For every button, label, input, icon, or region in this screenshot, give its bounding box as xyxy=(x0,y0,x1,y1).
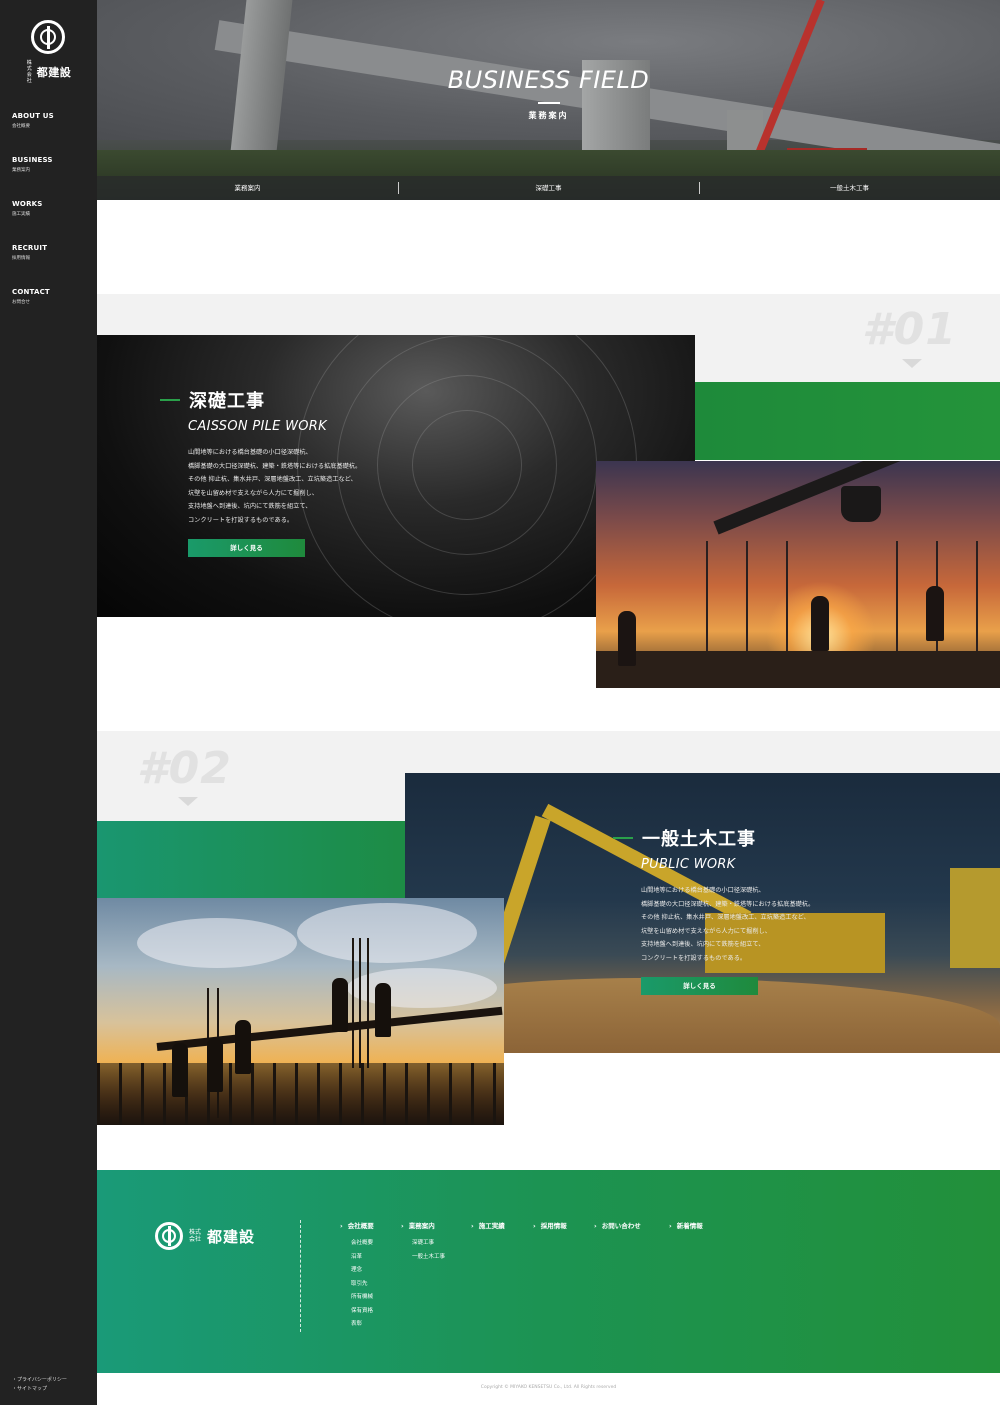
section-description: 山間地等における橋台基礎の小口径深礎杭、 橋脚基礎の大口径深礎杭、建築・鉄塔等に… xyxy=(188,446,361,527)
section-number-2: #02 xyxy=(137,743,232,794)
sidebar-item-about[interactable]: ABOUT US 会社概要 xyxy=(12,112,54,129)
nav-label-en: CONTACT xyxy=(12,288,50,296)
section-1-pointer-icon xyxy=(902,359,922,368)
sidebar-item-works[interactable]: WORKS 施工実績 xyxy=(12,200,54,217)
page-title-ja: 業務案内 xyxy=(528,111,569,120)
footer-link[interactable]: 沿革 xyxy=(351,1251,374,1265)
footer-head[interactable]: 新着情報 xyxy=(669,1220,703,1230)
footer-col-recruit: 採用情報 xyxy=(533,1220,567,1230)
footer-link[interactable]: 深礎工事 xyxy=(412,1237,445,1251)
sidebar-item-contact[interactable]: CONTACT お問合せ xyxy=(12,288,54,305)
sidebar-item-recruit[interactable]: RECRUIT 採用情報 xyxy=(12,244,54,261)
footer-link[interactable]: 所有機械 xyxy=(351,1291,374,1305)
desc-line: 山間地等における橋台基礎の小口径深礎杭、 xyxy=(188,449,312,456)
desc-line: その他 抑止杭、集水井戸、深層地盤改工、立坑築造工など、 xyxy=(641,914,810,921)
nav-label-ja: 会社概要 xyxy=(12,124,30,129)
logo-name: 都建設 xyxy=(36,66,72,79)
footer-head[interactable]: 業務案内 xyxy=(401,1220,445,1230)
tab-caisson[interactable]: 深礎工事 xyxy=(398,176,699,200)
logo-name: 都建設 xyxy=(207,1227,256,1246)
desc-line: コンクリートを打設するものである。 xyxy=(641,954,747,962)
desc-line: 橋脚基礎の大口径深礎杭、建築・鉄塔等における拡底基礎杭。 xyxy=(188,462,362,470)
desc-line: 山間地等における橋台基礎の小口径深礎杭、 xyxy=(641,887,765,894)
footer-col-business: 業務案内 深礎工事 一般土木工事 xyxy=(401,1220,445,1264)
privacy-policy-link[interactable]: ・プライバシーポリシー xyxy=(12,1376,67,1385)
desc-line: 橋脚基礎の大口径深礎杭、建築・鉄塔等における拡底基礎杭。 xyxy=(641,900,815,908)
sidebar-logo[interactable]: 株式会社 都建設 xyxy=(24,20,72,84)
copyright: Copyright © MIYAKO KENSETSU Co., Ltd. Al… xyxy=(97,1373,1000,1405)
section-2-accent xyxy=(97,821,405,898)
footer-head[interactable]: 採用情報 xyxy=(533,1220,567,1230)
footer-head[interactable]: お問い合わせ xyxy=(594,1220,641,1230)
nav-label-ja: お問合せ xyxy=(12,300,30,305)
footer-divider xyxy=(300,1220,301,1332)
footer-col-news: 新着情報 xyxy=(669,1220,703,1230)
logo-prefix: 株式会社 xyxy=(26,60,32,84)
tab-business[interactable]: 業務案内 xyxy=(97,176,398,200)
logo-mark-icon xyxy=(155,1222,183,1250)
anchor-tabs: 業務案内 深礎工事 一般土木工事 xyxy=(97,176,1000,200)
footer-link[interactable]: 会社概要 xyxy=(351,1237,374,1251)
page-title-en: BUSINESS FIELD xyxy=(447,66,650,94)
sidebar-footer-links: ・プライバシーポリシー ・サイトマップ xyxy=(12,1376,67,1394)
site-footer: 株式会社 都建設 会社概要 会社概要 沿革 理念 取引先 所有機械 保有資格 表… xyxy=(97,1170,1000,1373)
footer-col-contact: お問い合わせ xyxy=(594,1220,641,1230)
public-work-more-button[interactable]: 詳しく見る xyxy=(641,977,758,995)
desc-line: 支持地盤へ到達後、坑内にて鉄筋を組立て、 xyxy=(188,503,312,510)
nav-label-en: RECRUIT xyxy=(12,244,48,252)
sidebar: 株式会社 都建設 ABOUT US 会社概要 BUSINESS 業務案内 WOR… xyxy=(0,0,97,1405)
nav-label-ja: 採用情報 xyxy=(12,256,30,261)
desc-line: 坑壁を山留め材で支えながら人力にて掘削し、 xyxy=(641,927,771,935)
section-title-ja: 一般土木工事 xyxy=(642,829,756,850)
footer-logo[interactable]: 株式会社 都建設 xyxy=(155,1222,255,1250)
footer-link[interactable]: 理念 xyxy=(351,1264,374,1278)
desc-line: その他 抑止杭、集水井戸、深層地盤改工、立坑築造工など、 xyxy=(188,476,357,483)
sitemap-link[interactable]: ・サイトマップ xyxy=(12,1385,67,1394)
sidebar-item-business[interactable]: BUSINESS 業務案内 xyxy=(12,156,54,173)
footer-link[interactable]: 保有資格 xyxy=(351,1305,374,1319)
section-title-ja: 深礎工事 xyxy=(189,391,265,412)
workers-sky-photo xyxy=(97,898,504,1125)
section-number-1: #01 xyxy=(862,304,957,355)
nav-label-en: WORKS xyxy=(12,200,43,208)
nav-label-en: ABOUT US xyxy=(12,112,54,120)
title-dash xyxy=(613,837,633,839)
nav-label-ja: 業務案内 xyxy=(12,168,30,173)
hero-banner: BUSINESS FIELD 業務案内 業務案内 深礎工事 一般土木工事 xyxy=(97,0,1000,200)
nav-label-ja: 施工実績 xyxy=(12,212,30,217)
footer-head[interactable]: 会社概要 xyxy=(340,1220,374,1230)
footer-head[interactable]: 施工実績 xyxy=(471,1220,505,1230)
nav-label-en: BUSINESS xyxy=(12,156,53,164)
title-divider xyxy=(537,102,560,104)
desc-line: 坑壁を山留め材で支えながら人力にて掘削し、 xyxy=(188,489,318,497)
section-title-en: PUBLIC WORK xyxy=(641,857,736,872)
desc-line: 支持地盤へ到達後、坑内にて鉄筋を組立て、 xyxy=(641,941,765,948)
footer-col-company: 会社概要 会社概要 沿革 理念 取引先 所有機械 保有資格 表彰 xyxy=(340,1220,374,1332)
footer-col-works: 施工実績 xyxy=(471,1220,505,1230)
title-dash xyxy=(160,399,180,401)
desc-line: コンクリートを打設するものである。 xyxy=(188,516,294,524)
sidebar-nav: ABOUT US 会社概要 BUSINESS 業務案内 WORKS 施工実績 R… xyxy=(12,112,54,332)
section-2-pointer-icon xyxy=(178,797,198,806)
page-title: BUSINESS FIELD 業務案内 xyxy=(97,66,1000,121)
sunset-construction-photo xyxy=(596,461,1000,688)
caisson-more-button[interactable]: 詳しく見る xyxy=(188,539,305,557)
footer-link[interactable]: 一般土木工事 xyxy=(412,1251,445,1265)
logo-mark-icon xyxy=(31,20,65,54)
logo-prefix: 株式会社 xyxy=(189,1229,202,1243)
footer-link[interactable]: 表彰 xyxy=(351,1318,374,1332)
tab-public-work[interactable]: 一般土木工事 xyxy=(699,176,1000,200)
footer-link[interactable]: 取引先 xyxy=(351,1278,374,1292)
section-title-en: CAISSON PILE WORK xyxy=(188,419,327,434)
section-1-accent xyxy=(695,382,1000,460)
section-description: 山間地等における橋台基礎の小口径深礎杭、 橋脚基礎の大口径深礎杭、建築・鉄塔等に… xyxy=(641,884,814,965)
